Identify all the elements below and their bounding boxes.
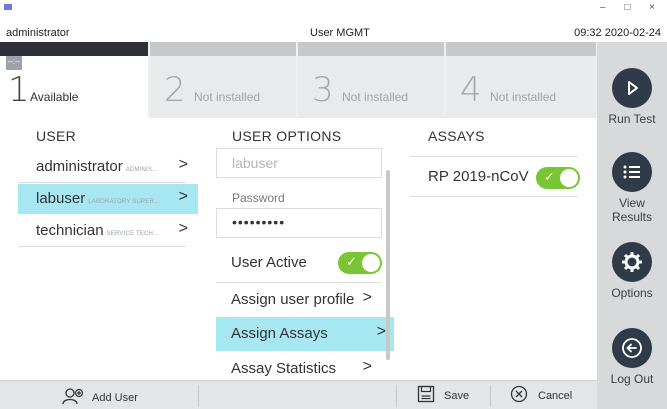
current-user-label: administrator	[6, 27, 70, 39]
save-button[interactable]: Save	[417, 385, 469, 406]
run-test-label: Run Test	[608, 112, 656, 126]
toggle-knob	[362, 254, 380, 272]
toolbar-divider	[396, 385, 397, 407]
module-label: Available	[30, 90, 79, 104]
toggle-knob	[560, 169, 578, 187]
check-icon: ✓	[544, 169, 555, 184]
cancel-label: Cancel	[538, 389, 573, 402]
play-icon	[612, 68, 652, 108]
right-sidebar: Run Test View Results Options Log Out	[597, 42, 667, 409]
chevron-right-icon: >	[362, 358, 372, 375]
password-value: •••••••••	[232, 214, 286, 230]
user-role: LABORATORY SUPER...	[88, 199, 160, 205]
user-options-header: USER OPTIONS	[232, 128, 342, 144]
log-out-label: Log Out	[610, 372, 654, 386]
module-status-bar	[298, 42, 444, 56]
module-tab-3[interactable]: 3 Not installed	[298, 42, 444, 118]
module-number: 4	[460, 70, 482, 110]
module-tab-2[interactable]: 2 Not installed	[150, 42, 296, 118]
save-label: Save	[444, 389, 470, 402]
window-title: User MGMT	[310, 27, 370, 39]
module-tab-1[interactable]: --:-- 1 Available	[0, 42, 148, 118]
list-icon	[612, 152, 652, 192]
assay-statistics-row[interactable]: Assay Statistics >	[216, 352, 394, 380]
cancel-icon	[510, 385, 528, 406]
module-label: Not installed	[342, 90, 409, 104]
divider	[18, 246, 186, 247]
toolbar-divider	[490, 385, 491, 407]
module-number: 3	[312, 70, 334, 110]
assign-assays-row[interactable]: Assign Assays >	[216, 317, 394, 351]
divider	[410, 156, 578, 157]
module-number: 2	[164, 70, 186, 110]
module-status-bar	[150, 42, 296, 56]
assign-assays-label: Assign Assays	[231, 325, 328, 342]
main-content: USER administrator ADMINIS... > labuser LA…	[0, 118, 597, 380]
cancel-button[interactable]: Cancel	[510, 385, 572, 406]
user-active-toggle[interactable]: ✓	[338, 252, 382, 274]
module-tab-4[interactable]: 4 Not installed	[446, 42, 596, 118]
window-controls[interactable]: – □ ×	[600, 2, 663, 13]
toolbar-divider	[198, 385, 199, 407]
logout-icon	[612, 328, 652, 368]
assay-item: RP 2019-nCoV ✓	[410, 160, 580, 194]
chevron-right-icon: >	[362, 289, 372, 306]
log-out-button[interactable]: Log Out	[597, 328, 667, 386]
user-role: ADMINIS...	[125, 167, 158, 173]
app-icon	[4, 4, 12, 10]
chevron-right-icon: >	[178, 220, 188, 237]
chevron-right-icon: >	[178, 188, 188, 205]
user-name: technician SERVICE TECH...	[36, 222, 159, 239]
title-bar: administrator User MGMT 09:32 2020-02-24…	[0, 0, 667, 42]
username-value: labuser	[232, 155, 278, 171]
user-name: administrator ADMINIS...	[36, 158, 158, 175]
user-list-item-administrator[interactable]: administrator ADMINIS... >	[18, 152, 198, 182]
username-field[interactable]: labuser	[216, 148, 382, 178]
module-status-bar	[0, 42, 148, 56]
module-label: Not installed	[490, 90, 557, 104]
module-flag: --:--	[6, 56, 22, 70]
chevron-right-icon: >	[178, 156, 188, 173]
user-active-row: User Active ✓	[216, 246, 394, 280]
module-status-bar	[446, 42, 596, 56]
options-label: Options	[611, 286, 653, 300]
view-results-button[interactable]: View Results	[597, 152, 667, 224]
add-user-button[interactable]: Add User	[62, 387, 138, 408]
datetime-label: 09:32 2020-02-24	[574, 27, 661, 39]
user-active-label: User Active	[231, 254, 307, 271]
options-button[interactable]: Options	[597, 242, 667, 300]
assay-enabled-toggle[interactable]: ✓	[536, 167, 580, 189]
module-tabs: --:-- 1 Available 2 Not installed 3 Not …	[0, 42, 597, 118]
assay-name: RP 2019-nCoV	[428, 168, 529, 185]
options-scrollbar[interactable]	[386, 170, 390, 360]
gear-icon	[612, 242, 652, 282]
divider	[410, 196, 578, 197]
user-name: labuser LABORATORY SUPER...	[36, 190, 160, 207]
user-role: SERVICE TECH...	[106, 231, 159, 237]
user-list-item-technician[interactable]: technician SERVICE TECH... >	[18, 216, 198, 246]
module-label: Not installed	[194, 90, 261, 104]
view-results-label: View Results	[611, 196, 652, 224]
bottom-toolbar: Add User Save Cancel	[0, 380, 597, 409]
user-list-item-labuser[interactable]: labuser LABORATORY SUPER... >	[18, 184, 198, 214]
password-field[interactable]: •••••••••	[216, 208, 382, 238]
save-icon	[417, 385, 435, 406]
run-test-button[interactable]: Run Test	[597, 68, 667, 126]
assign-user-profile-row[interactable]: Assign user profile >	[216, 283, 394, 317]
add-user-label: Add User	[92, 391, 138, 404]
user-column-header: USER	[36, 128, 77, 144]
check-icon: ✓	[346, 254, 357, 269]
divider	[18, 182, 186, 183]
password-label: Password	[232, 191, 285, 205]
add-user-icon	[62, 387, 84, 408]
module-number: 1	[8, 70, 30, 110]
assays-header: ASSAYS	[428, 128, 485, 144]
assign-user-profile-label: Assign user profile	[231, 291, 355, 308]
assay-statistics-label: Assay Statistics	[231, 360, 337, 377]
chevron-right-icon: >	[376, 323, 386, 340]
